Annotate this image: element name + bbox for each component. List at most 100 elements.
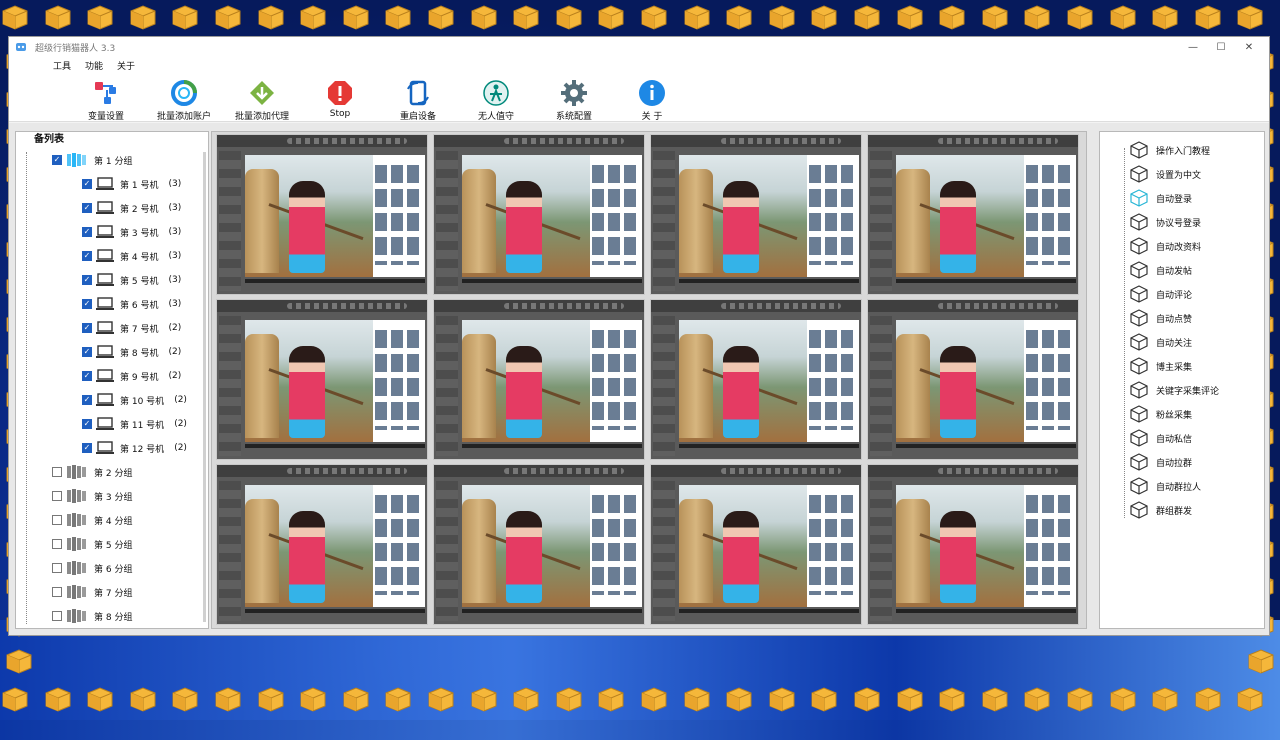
device-screen-10[interactable] xyxy=(433,464,645,625)
group-checkbox[interactable] xyxy=(52,563,62,573)
device-checkbox[interactable]: ✓ xyxy=(82,203,92,213)
device-checkbox[interactable]: ✓ xyxy=(82,299,92,309)
device-checkbox[interactable]: ✓ xyxy=(82,275,92,285)
device-screen-6[interactable] xyxy=(433,299,645,460)
function-item[interactable]: 群组群发 xyxy=(1100,498,1264,522)
system-config-button[interactable]: 系统配置 xyxy=(535,73,613,122)
function-label: 自动登录 xyxy=(1156,194,1193,205)
tree-device-row[interactable]: ✓ 第 7 号机 (2) xyxy=(16,316,208,340)
function-item[interactable]: 自动私信 xyxy=(1100,426,1264,450)
variable-settings-button[interactable]: 变量设置 xyxy=(67,73,145,122)
tree-group-row[interactable]: 第 5 分组 xyxy=(16,532,208,556)
function-item[interactable]: 自动登录 xyxy=(1100,186,1264,210)
tree-device-row[interactable]: ✓ 第 5 号机 (3) xyxy=(16,268,208,292)
function-item[interactable]: 自动改资料 xyxy=(1100,234,1264,258)
about-button[interactable]: 关 于 xyxy=(613,73,691,122)
function-item[interactable]: 关键字采集评论 xyxy=(1100,378,1264,402)
screen-gallery-panel xyxy=(807,320,859,442)
device-checkbox[interactable]: ✓ xyxy=(82,419,92,429)
function-item[interactable]: 自动点赞 xyxy=(1100,306,1264,330)
tree-device-row[interactable]: ✓ 第 2 号机 (3) xyxy=(16,196,208,220)
device-screen-11[interactable] xyxy=(650,464,862,625)
device-checkbox[interactable]: ✓ xyxy=(82,227,92,237)
group-checkbox[interactable] xyxy=(52,587,62,597)
device-checkbox[interactable]: ✓ xyxy=(82,323,92,333)
device-screen-12[interactable] xyxy=(867,464,1079,625)
close-button[interactable]: ✕ xyxy=(1235,37,1263,57)
function-item[interactable]: 操作入门教程 xyxy=(1100,138,1264,162)
gold-box-icon xyxy=(980,4,1010,30)
tree-group-1[interactable]: ✓ 第 1 分组 xyxy=(16,148,208,172)
device-checkbox[interactable]: ✓ xyxy=(82,395,92,405)
gold-box-icon xyxy=(554,4,584,30)
group-checkbox[interactable] xyxy=(52,539,62,549)
device-count: (2) xyxy=(168,323,182,333)
gold-box-icon xyxy=(682,686,712,712)
device-screen-4[interactable] xyxy=(867,134,1079,295)
minimize-button[interactable]: — xyxy=(1179,37,1207,57)
group-1-checkbox[interactable]: ✓ xyxy=(52,155,62,165)
tree-group-row[interactable]: 第 3 分组 xyxy=(16,484,208,508)
device-label: 第 8 号机 xyxy=(120,348,159,359)
tree-group-row[interactable]: 第 2 分组 xyxy=(16,460,208,484)
tree-device-row[interactable]: ✓ 第 3 号机 (3) xyxy=(16,220,208,244)
menu-functions[interactable]: 功能 xyxy=(85,59,103,72)
group-checkbox[interactable] xyxy=(52,515,62,525)
unattended-button[interactable]: 无人值守 xyxy=(457,73,535,122)
function-item[interactable]: 博主采集 xyxy=(1100,354,1264,378)
function-item[interactable]: 自动关注 xyxy=(1100,330,1264,354)
tree-group-row[interactable]: 第 6 分组 xyxy=(16,556,208,580)
tree-device-row[interactable]: ✓ 第 12 号机 (2) xyxy=(16,436,208,460)
function-item[interactable]: 协议号登录 xyxy=(1100,210,1264,234)
add-proxy-button[interactable]: 批量添加代理 xyxy=(223,73,301,122)
tree-group-row[interactable]: 第 8 分组 xyxy=(16,604,208,628)
stop-button[interactable]: Stop xyxy=(301,73,379,119)
tree-device-row[interactable]: ✓ 第 4 号机 (3) xyxy=(16,244,208,268)
tree-device-row[interactable]: ✓ 第 8 号机 (2) xyxy=(16,340,208,364)
device-screen-1[interactable] xyxy=(216,134,428,295)
device-group-icon xyxy=(67,561,86,575)
menu-tools[interactable]: 工具 xyxy=(53,59,71,72)
function-item[interactable]: 粉丝采集 xyxy=(1100,402,1264,426)
function-item[interactable]: 自动拉群 xyxy=(1100,450,1264,474)
device-screen-5[interactable] xyxy=(216,299,428,460)
gold-box-icon xyxy=(341,4,371,30)
tree-group-row[interactable]: 第 7 分组 xyxy=(16,580,208,604)
gold-box-icon xyxy=(852,686,882,712)
device-checkbox[interactable]: ✓ xyxy=(82,443,92,453)
tree-scrollbar[interactable] xyxy=(203,152,206,622)
laptop-icon xyxy=(96,441,114,454)
function-item[interactable]: 设置为中文 xyxy=(1100,162,1264,186)
group-checkbox[interactable] xyxy=(52,611,62,621)
device-checkbox[interactable]: ✓ xyxy=(82,371,92,381)
device-screen-2[interactable] xyxy=(433,134,645,295)
add-account-button[interactable]: 批量添加账户 xyxy=(145,73,223,122)
function-label: 操作入门教程 xyxy=(1156,146,1211,157)
group-checkbox[interactable] xyxy=(52,467,62,477)
device-screen-7[interactable] xyxy=(650,299,862,460)
function-item[interactable]: 自动发帖 xyxy=(1100,258,1264,282)
device-screen-9[interactable] xyxy=(216,464,428,625)
device-checkbox[interactable]: ✓ xyxy=(82,179,92,189)
tree-device-row[interactable]: ✓ 第 1 号机 (3) xyxy=(16,172,208,196)
function-item[interactable]: 自动评论 xyxy=(1100,282,1264,306)
tree-device-row[interactable]: ✓ 第 6 号机 (3) xyxy=(16,292,208,316)
device-screen-3[interactable] xyxy=(650,134,862,295)
restart-device-button[interactable]: 重启设备 xyxy=(379,73,457,122)
cube-icon xyxy=(1130,381,1148,399)
function-item[interactable]: 自动群拉人 xyxy=(1100,474,1264,498)
gold-box-icon xyxy=(43,4,73,30)
device-checkbox[interactable]: ✓ xyxy=(82,347,92,357)
group-checkbox[interactable] xyxy=(52,491,62,501)
device-screen-8[interactable] xyxy=(867,299,1079,460)
tree-device-row[interactable]: ✓ 第 11 号机 (2) xyxy=(16,412,208,436)
menu-about[interactable]: 关于 xyxy=(117,59,135,72)
unattended-icon xyxy=(482,79,510,107)
device-checkbox[interactable]: ✓ xyxy=(82,251,92,261)
screen-photo xyxy=(679,320,809,442)
device-count: (3) xyxy=(168,179,182,189)
tree-device-row[interactable]: ✓ 第 9 号机 (2) xyxy=(16,364,208,388)
tree-group-row[interactable]: 第 4 分组 xyxy=(16,508,208,532)
tree-device-row[interactable]: ✓ 第 10 号机 (2) xyxy=(16,388,208,412)
maximize-button[interactable]: ☐ xyxy=(1207,37,1235,57)
